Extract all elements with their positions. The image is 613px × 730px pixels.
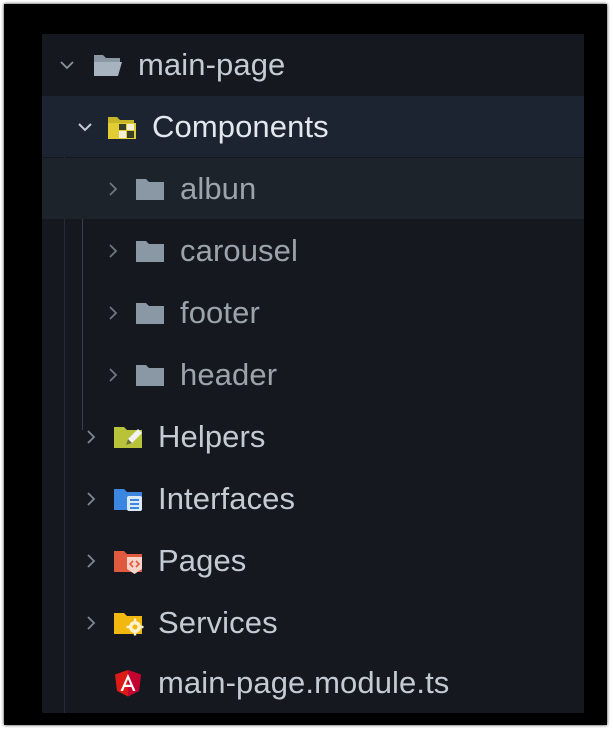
tree-item-label: Pages: [158, 542, 247, 578]
services-folder-icon: [110, 608, 146, 638]
chevron-down-icon[interactable]: [58, 56, 76, 74]
tree-item-label: Helpers: [158, 418, 266, 454]
tree-item-albun[interactable]: albun: [42, 158, 584, 219]
tree-item-main-page[interactable]: main-page: [42, 34, 584, 95]
folder-icon: [132, 236, 168, 266]
components-folder-icon: [104, 112, 140, 142]
chevron-down-icon[interactable]: [76, 118, 94, 136]
helpers-folder-icon: [110, 422, 146, 452]
tree-item-pages[interactable]: Pages: [42, 530, 584, 591]
pages-folder-icon: [110, 546, 146, 576]
tree-item-label: Interfaces: [158, 480, 296, 516]
tree-item-label: carousel: [180, 232, 298, 268]
tree-item-services[interactable]: Services: [42, 592, 584, 653]
chevron-right-icon[interactable]: [82, 552, 100, 570]
chevron-right-icon[interactable]: [104, 304, 122, 322]
tree-item-carousel[interactable]: carousel: [42, 220, 584, 281]
tree-item-main-page-module[interactable]: main-page.module.ts: [42, 652, 584, 713]
chevron-right-icon[interactable]: [104, 180, 122, 198]
chevron-right-icon[interactable]: [104, 366, 122, 384]
folder-icon: [132, 174, 168, 204]
folder-icon: [132, 360, 168, 390]
tree-item-footer[interactable]: footer: [42, 282, 584, 343]
tree-item-label: main-page: [138, 46, 286, 82]
tree-item-label: albun: [180, 170, 257, 206]
tree-item-label: main-page.module.ts: [158, 664, 450, 700]
chevron-right-icon[interactable]: [104, 242, 122, 260]
folder-open-icon: [90, 50, 126, 80]
interfaces-folder-icon: [110, 484, 146, 514]
tree-item-helpers[interactable]: Helpers: [42, 406, 584, 467]
folder-icon: [132, 298, 168, 328]
tree-item-label: header: [180, 356, 278, 392]
chevron-right-icon[interactable]: [82, 428, 100, 446]
chevron-right-icon[interactable]: [82, 490, 100, 508]
tree-item-header[interactable]: header: [42, 344, 584, 405]
tree-item-label: Services: [158, 604, 278, 640]
tree-item-label: Components: [152, 108, 329, 144]
tree-item-interfaces[interactable]: Interfaces: [42, 468, 584, 529]
chevron-right-icon[interactable]: [82, 614, 100, 632]
file-explorer-panel: main-page Components albun carousel foot…: [42, 34, 584, 713]
tree-item-components[interactable]: Components: [42, 96, 584, 157]
tree-item-label: footer: [180, 294, 260, 330]
angular-icon: [110, 668, 146, 698]
screenshot-frame: main-page Components albun carousel foot…: [4, 4, 607, 725]
